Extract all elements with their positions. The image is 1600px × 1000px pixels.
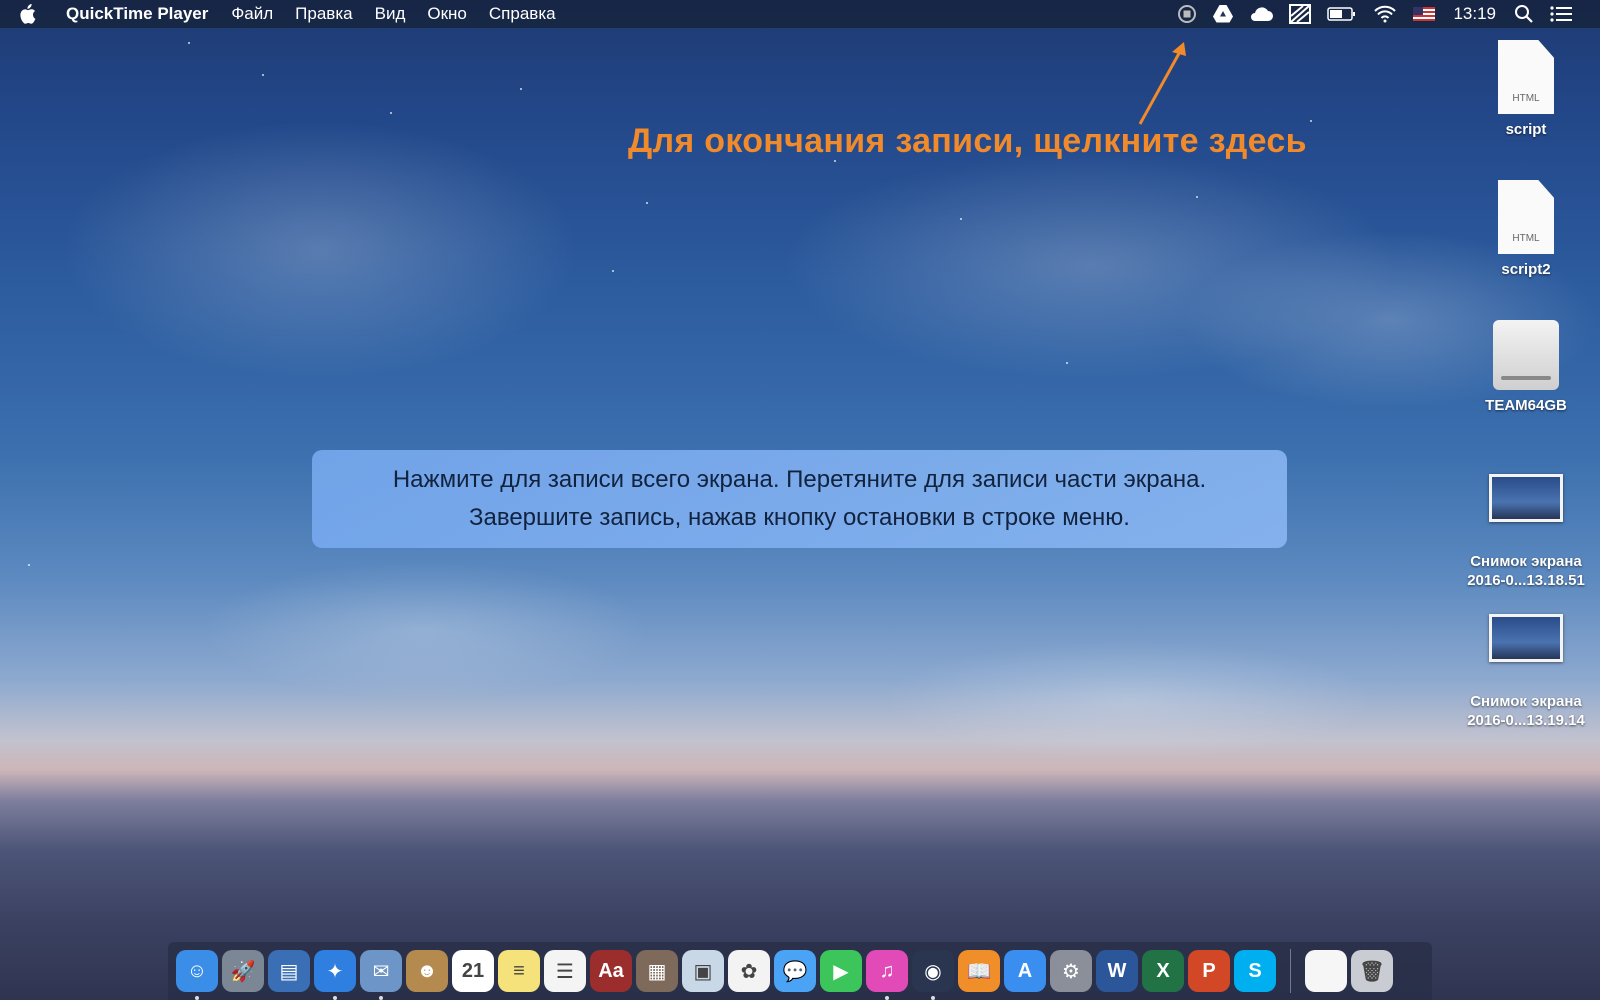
- notification-center-icon[interactable]: [1550, 5, 1572, 23]
- external-drive-icon: [1493, 320, 1559, 390]
- dock-reminders-icon[interactable]: ☰: [544, 950, 586, 992]
- dock-separator: [1290, 949, 1291, 993]
- dock-calculator-icon[interactable]: ▦: [636, 950, 678, 992]
- screenshot-thumbnail-icon: [1489, 474, 1563, 522]
- us-flag-icon[interactable]: [1413, 7, 1436, 21]
- desktop-icon-label: TEAM64GB: [1485, 397, 1567, 414]
- hint-line-2: Завершите запись, нажав кнопку остановки…: [469, 504, 1130, 531]
- battery-icon[interactable]: [1327, 6, 1357, 22]
- annotation-arrow-icon: [1138, 42, 1186, 125]
- stop-recording-icon[interactable]: [1177, 4, 1197, 24]
- dock-messages-icon[interactable]: 💬: [774, 950, 816, 992]
- dock-facetime-icon[interactable]: ▶: [820, 950, 862, 992]
- html-file-icon: HTML: [1498, 180, 1554, 254]
- desktop-icon-label-line1: Снимок экрана: [1470, 553, 1582, 570]
- dock-system-preferences-icon[interactable]: ⚙: [1050, 950, 1092, 992]
- desktop-icon-label: script: [1505, 121, 1547, 138]
- apple-menu-icon[interactable]: [18, 4, 52, 24]
- menu-file[interactable]: Файл: [231, 4, 273, 24]
- dock-document-stack-icon[interactable]: [1305, 950, 1347, 992]
- dock-mail-icon[interactable]: ✉: [360, 950, 402, 1000]
- dock-mission-control-icon[interactable]: ▤: [268, 950, 310, 992]
- dock-quicktime-icon[interactable]: ◉: [912, 950, 954, 1000]
- desktop-icon-screenshot-1[interactable]: Снимок экрана 2016-0...13.18.51: [1456, 474, 1596, 590]
- menubar-clock[interactable]: 13:19: [1453, 4, 1496, 24]
- desktop-icon-label-line1: Снимок экрана: [1470, 693, 1582, 710]
- dock-launchpad-icon[interactable]: 🚀: [222, 950, 264, 992]
- status-icon[interactable]: [1289, 4, 1312, 24]
- screenshot-thumbnail-icon: [1489, 614, 1563, 662]
- desktop-icon-label: script2: [1501, 261, 1551, 278]
- dock-word-icon[interactable]: W: [1096, 950, 1138, 992]
- file-type-badge: HTML: [1512, 233, 1540, 244]
- dock-photos-icon[interactable]: ✿: [728, 950, 770, 992]
- spotlight-search-icon[interactable]: [1514, 4, 1534, 24]
- desktop-icon-drive[interactable]: TEAM64GB: [1456, 320, 1596, 415]
- dock-itunes-icon[interactable]: ♫: [866, 950, 908, 1000]
- menu-view[interactable]: Вид: [375, 4, 406, 24]
- dock-dictionary-icon[interactable]: Aa: [590, 950, 632, 992]
- wifi-icon[interactable]: [1373, 5, 1397, 23]
- dock-finder-icon[interactable]: ☺: [176, 950, 218, 1000]
- dock-contacts-icon[interactable]: ☻: [406, 950, 448, 992]
- desktop-icon-label-line2: 2016-0...13.19.14: [1467, 712, 1585, 729]
- dock-preview-icon[interactable]: ▣: [682, 950, 724, 992]
- dock-powerpoint-icon[interactable]: P: [1188, 950, 1230, 992]
- dock-app-store-icon[interactable]: A: [1004, 950, 1046, 992]
- menu-help[interactable]: Справка: [489, 4, 556, 24]
- dock-notes-icon[interactable]: ≡: [498, 950, 540, 992]
- annotation-text: Для окончания записи, щелкните здесь: [628, 122, 1307, 160]
- dock-calendar-icon[interactable]: 21: [452, 950, 494, 992]
- dock-safari-icon[interactable]: ✦: [314, 950, 356, 1000]
- status-tray: 13:19: [1169, 0, 1600, 28]
- desktop-icon-script[interactable]: HTML script: [1456, 40, 1596, 139]
- dock: ☺ 🚀 ▤ ✦ ✉ ☻ 21 ≡ ☰ Aa ▦ ▣ ✿ 💬 ▶ ♫ ◉ 📖 A ⚙ W X P S 🗑: [168, 942, 1432, 1000]
- file-type-badge: HTML: [1512, 93, 1540, 104]
- google-drive-icon[interactable]: [1213, 5, 1234, 23]
- dock-ibooks-icon[interactable]: 📖: [958, 950, 1000, 992]
- cloud-icon[interactable]: [1249, 6, 1274, 22]
- recording-hint-overlay[interactable]: Нажмите для записи всего экрана. Перетян…: [312, 450, 1287, 548]
- app-name-menu[interactable]: QuickTime Player: [66, 4, 208, 24]
- html-file-icon: HTML: [1498, 40, 1554, 114]
- menu-edit[interactable]: Правка: [295, 4, 352, 24]
- menu-window[interactable]: Окно: [427, 4, 467, 24]
- dock-skype-icon[interactable]: S: [1234, 950, 1276, 992]
- hint-line-1: Нажмите для записи всего экрана. Перетян…: [392, 466, 1207, 493]
- desktop-icon-script2[interactable]: HTML script2: [1456, 180, 1596, 279]
- menu-bar: QuickTime Player Файл Правка Вид Окно Сп…: [0, 0, 1600, 28]
- desktop-icon-label-line2: 2016-0...13.18.51: [1467, 572, 1585, 589]
- dock-trash-icon[interactable]: 🗑: [1351, 950, 1393, 992]
- desktop-icon-screenshot-2[interactable]: Снимок экрана 2016-0...13.19.14: [1456, 614, 1596, 730]
- dock-excel-icon[interactable]: X: [1142, 950, 1184, 992]
